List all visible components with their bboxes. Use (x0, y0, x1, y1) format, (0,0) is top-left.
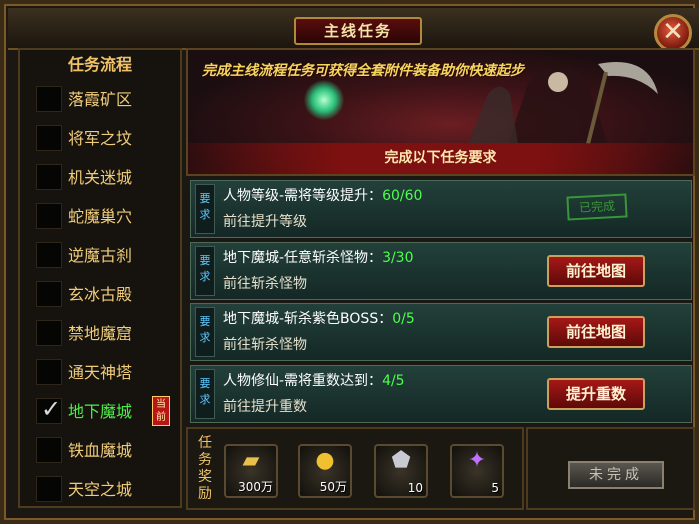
quest-row: 要求 人物等级-需将等级提升：60/60 前往提升等级 已完成 (190, 180, 692, 238)
quest-hint: 前往斩杀怪物 (223, 276, 307, 292)
step-checkbox[interactable] (36, 359, 62, 385)
step-checkbox[interactable] (36, 281, 62, 307)
quest-step-item[interactable]: 机关迷城 (30, 162, 180, 196)
requirement-tag: 要求 (195, 184, 215, 234)
current-step-badge: 当前 (152, 396, 170, 426)
quest-progress: 3/30 (382, 250, 414, 266)
gold-coins-icon: ● (315, 448, 335, 473)
quest-progress: 60/60 (382, 188, 423, 204)
quest-banner: 完成主线流程任务可获得全套附件装备助你快速起步 完成以下任务要求 (186, 48, 695, 176)
step-label: 禁地魔窟 (68, 324, 133, 343)
quest-progress: 4/5 (382, 373, 405, 389)
step-checkbox[interactable] (36, 476, 62, 502)
quest-step-item[interactable]: 蛇魔巢穴 (30, 201, 180, 235)
title-bar: 主线任务 ✕ (8, 8, 699, 52)
step-checkbox[interactable] (36, 164, 62, 190)
requirement-tag: 要求 (195, 246, 215, 296)
quest-step-item[interactable]: 逆魔古刹 (30, 240, 180, 274)
step-checkbox[interactable] (36, 203, 62, 229)
completed-stamp: 已完成 (566, 193, 628, 221)
quest-row: 要求 地下魔城-任意斩杀怪物：3/30 前往斩杀怪物 前往地图 (190, 242, 692, 300)
raise-level-button[interactable]: 提升重数 (547, 378, 645, 410)
quest-step-item[interactable]: 落霞矿区 (30, 84, 180, 118)
quest-step-item[interactable]: 将军之坟 (30, 123, 180, 157)
quest-step-item[interactable]: 铁血魔城 (30, 435, 180, 469)
step-label: 玄冰古殿 (68, 285, 133, 304)
quest-flow-title: 任务流程 (67, 55, 132, 74)
reward-item-purple-orb[interactable]: ✦ 5 (450, 444, 504, 498)
quest-hint: 前往提升重数 (223, 399, 307, 415)
close-button[interactable]: ✕ (654, 14, 692, 52)
quest-progress: 0/5 (392, 311, 415, 327)
banner-subheading: 完成以下任务要求 (384, 150, 497, 166)
close-icon: ✕ (662, 17, 684, 47)
reward-count: 5 (491, 481, 499, 495)
quest-title: 地下魔城-任意斩杀怪物：3/30 (223, 250, 414, 266)
step-label: 铁血魔城 (68, 441, 133, 460)
step-checkbox[interactable] (36, 125, 62, 151)
quest-step-item[interactable]: 玄冰古殿 (30, 279, 180, 313)
step-label: 机关迷城 (68, 168, 133, 187)
quest-flow-panel: 任务流程 落霞矿区将军之坟机关迷城蛇魔巢穴逆魔古刹玄冰古殿禁地魔窟通天神塔 ✓ 地下… (18, 48, 182, 508)
potion-bag-icon: ⬟ (391, 448, 411, 473)
step-checkbox[interactable] (36, 242, 62, 268)
reward-item-gold-coins[interactable]: ● 50万 (298, 444, 352, 498)
reward-count: 10 (407, 481, 423, 495)
window-title: 主线任务 (323, 22, 392, 40)
quest-step-item[interactable]: 禁地魔窟 (30, 318, 180, 352)
step-label: 逆魔古刹 (68, 246, 133, 265)
step-checkbox[interactable] (36, 86, 62, 112)
requirement-tag: 要求 (195, 307, 215, 357)
requirement-tag: 要求 (195, 369, 215, 419)
gold-ingot-icon: ▰ (242, 448, 260, 473)
step-label: 蛇魔巢穴 (68, 207, 133, 226)
reward-count: 50万 (319, 480, 347, 494)
reward-panel: 任务奖励 ▰ 300万 ● 50万 ⬟ 10 ✦ 5 (186, 427, 524, 510)
step-label: 天空之城 (68, 480, 133, 499)
title-plate: 主线任务 (294, 17, 422, 45)
step-checkbox[interactable]: ✓ (36, 395, 62, 424)
step-label: 地下魔城 (68, 402, 133, 421)
quest-row: 要求 人物修仙-需将重数达到：4/5 前往提升重数 提升重数 (190, 365, 692, 423)
reward-item-gold-ingot[interactable]: ▰ 300万 (224, 444, 278, 498)
reward-item-potion-bag[interactable]: ⬟ 10 (374, 444, 428, 498)
quest-title: 人物修仙-需将重数达到：4/5 (223, 373, 405, 389)
checkmark-icon: ✓ (41, 395, 62, 423)
step-checkbox[interactable] (36, 437, 62, 463)
step-label: 落霞矿区 (68, 90, 133, 109)
quest-step-item[interactable]: 通天神塔 (30, 357, 180, 391)
purple-orb-icon: ✦ (467, 448, 487, 473)
status-area: 未完成 (526, 427, 695, 510)
goto-map-button[interactable]: 前往地图 (547, 255, 645, 287)
quest-title: 地下魔城-斩杀紫色BOSS：0/5 (223, 311, 415, 327)
quest-title: 人物等级-需将等级提升：60/60 (223, 188, 423, 204)
banner-headline: 完成主线流程任务可获得全套附件装备助你快速起步 (202, 63, 524, 79)
quest-row: 要求 地下魔城-斩杀紫色BOSS：0/5 前往斩杀怪物 前往地图 (190, 303, 692, 361)
step-checkbox[interactable] (36, 320, 62, 346)
goto-map-button[interactable]: 前往地图 (547, 316, 645, 348)
step-label: 通天神塔 (68, 363, 133, 382)
quest-hint: 前往斩杀怪物 (223, 337, 307, 353)
step-label: 将军之坟 (68, 129, 133, 148)
reward-count: 300万 (238, 480, 273, 494)
green-magic-glow (304, 80, 344, 120)
quest-hint: 前往提升等级 (223, 214, 307, 230)
incomplete-button[interactable]: 未完成 (568, 461, 664, 489)
quest-step-item[interactable]: 天空之城 (30, 474, 180, 508)
main-quest-window: 主线任务 ✕ 任务流程 落霞矿区将军之坟机关迷城蛇魔巢穴逆魔古刹玄冰古殿禁地魔窟… (0, 0, 699, 524)
reward-label: 任务奖励 (198, 435, 212, 502)
